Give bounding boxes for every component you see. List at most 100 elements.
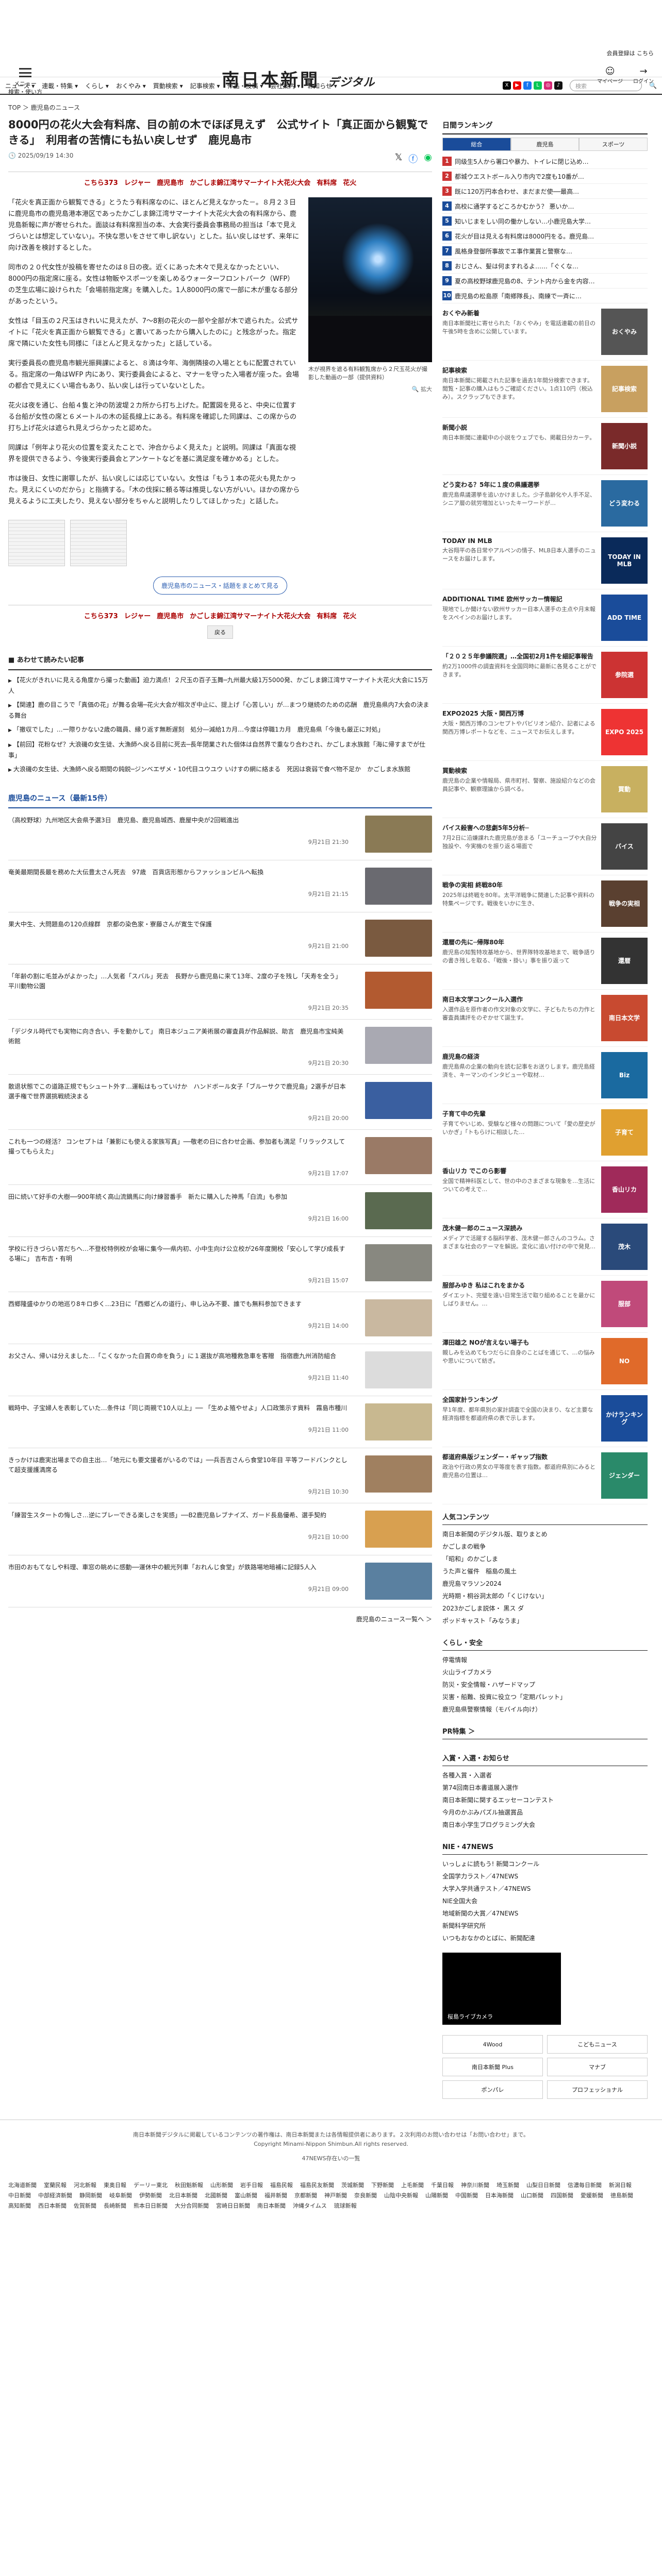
news-item[interactable]: お父さん、帰いは分えました…「こくなかった白賞の命を負う」に１選抜が高地種救急車… [8,1344,432,1396]
tag-link[interactable]: こちら373 [84,179,118,187]
feature-banner[interactable]: 子育て [601,1109,648,1156]
partner-link[interactable]: 長崎新聞 [104,2201,126,2210]
side-list-item[interactable]: うた声と催件 稲島の風土 [442,1565,648,1578]
ranking-item[interactable]: 8 おじさん、髪は何ますれるよ……「ぐくな… [442,259,648,274]
news-thumbnail[interactable] [365,1511,432,1548]
related-item[interactable]: 【関連】鹿の目こうで「真価の花」が舞る会場─花火大会が相次ぎ中止に、提上げ「心苦… [8,700,432,721]
tag-link[interactable]: かごしま錦江湾サマーナイト大花火大会 [190,179,310,187]
partner-link[interactable]: 山陰中央新報 [384,2191,418,2199]
news-thumbnail[interactable] [365,868,432,905]
side-list-item[interactable]: 防災・安全情報・ハザードマップ [442,1679,648,1691]
tag-link[interactable]: 鹿児島市 [157,613,184,620]
partner-link[interactable]: 愛媛新聞 [581,2191,603,2199]
news-headline[interactable]: 田に続いて好手の大樹──900年続く高山流鏑馬に向け練習番手 新たに購入した神馬… [8,1192,349,1202]
share-line-icon[interactable]: ◉ [424,152,432,165]
news-item[interactable]: 戦時中、子宝婦人を表彰していた…条件は「同じ両親で10人以上」── 「生めよ殖や… [8,1396,432,1448]
news-headline[interactable]: 学校に行きづらい苦だちへ…不登校特例校が会場に集今──県内初、小中生向け公立校が… [8,1244,349,1264]
partner-link[interactable]: 岐阜新聞 [109,2191,132,2199]
partner-link[interactable]: 北日本新聞 [169,2191,197,2199]
tag-link[interactable]: 鹿児島市 [157,179,184,187]
partner-link[interactable]: 岩手日報 [240,2181,263,2189]
news-item[interactable]: 市田のおもてなしや料理、車窓の眺めに感動──運休中の観光列車「おれんじ食堂」が鉄… [8,1555,432,1607]
feature-box[interactable]: 還暦の先に─帰隊80年 鹿児島の知覧特攻基地から、世界隊特攻基地まで、戦争語りの書… [442,933,648,990]
tag-link[interactable]: かごしま錦江湾サマーナイト大花火大会 [190,613,310,620]
nav-item-2[interactable]: くらし ▾ [85,81,109,90]
news-thumbnail[interactable] [365,1192,432,1229]
partner-link[interactable]: 佐賀新聞 [74,2201,96,2210]
partner-link[interactable]: 沖縄タイムス [293,2201,327,2210]
partner-link[interactable]: 福島民報 [270,2181,293,2189]
feature-box[interactable]: バイス殺害への悲劇5年5分析─ 7月2日に沿嫌課れた鹿児島が息まる「ユーチューブや… [442,818,648,875]
news-headline[interactable]: （高校野球）九州地区大会県予選3日 鹿児島、鹿児島城西、鹿屋中央が2回戦進出 [8,816,349,825]
news-item[interactable]: 「練習生スタートの悔しさ…逆にブレーできる楽しさを実感」──B2鹿児島レブナイズ… [8,1503,432,1555]
document-thumbnail[interactable] [70,520,127,566]
tiktok-icon[interactable]: ♪ [554,81,563,90]
side-list-item[interactable]: 災害・船難、投資に役立つ「定期パレット」 [442,1691,648,1703]
ad-banner[interactable]: マナブ [547,2058,648,2076]
nav-item-3[interactable]: おくやみ ▾ [116,81,146,90]
news-thumbnail[interactable] [365,1244,432,1281]
side-list-item[interactable]: いつもおなかのとばに、新聞配達 [442,1932,648,1944]
news-item[interactable]: 果大中生、大問題島の120点線群 京都の染色家・寮藤さんが寛生で保護 9月21日 … [8,912,432,964]
fireworks-photo[interactable] [308,197,432,362]
news-thumbnail[interactable] [365,1455,432,1493]
feature-box[interactable]: どう変わる？5年に１度の県議選挙 鹿児島県議選挙を追いかけました。少子島齢化や人手… [442,475,648,532]
news-thumbnail[interactable] [365,816,432,853]
side-list-item[interactable]: 全国学力ラスト／47NEWS [442,1870,648,1883]
feature-banner[interactable]: 戦争の実相 [601,880,648,927]
ranking-item[interactable]: 10 鹿児島の松島原「南鄕隊長」、南練で一斉に… [442,289,648,303]
tag-link[interactable]: 花火 [343,613,356,620]
partner-link[interactable]: 新潟日報 [609,2181,632,2189]
ad-banner[interactable]: 南日本新聞 Plus [442,2058,543,2076]
side-list-item[interactable]: 南日本小学生ブログラミング大会 [442,1819,648,1831]
side-list-item[interactable]: 鹿児島県警察情報（モバイル向け） [442,1703,648,1716]
back-button[interactable]: 戻る [207,625,233,639]
news-item[interactable]: きっかけは鹿実出場までの自主出…「地元にも要文援者がいるのでは」──兵吾吉さんら… [8,1448,432,1503]
news-thumbnail[interactable] [365,1403,432,1440]
feature-banner[interactable]: EXPO 2025 [601,709,648,755]
news-headline[interactable]: 「デジタル時代でも実物に向き合い、手を動かして」 南日本ジュニア美術展の審査員が… [8,1027,349,1046]
news-headline[interactable]: 「練習生スタートの悔しさ…逆にブレーできる楽しさを実感」──B2鹿児島レブナイズ… [8,1511,349,1520]
ad-banner[interactable]: ポンパレ [442,2080,543,2099]
ranking-item[interactable]: 6 花火が目は見える有料席は8000円をる。鹿児島… [442,229,648,244]
partner-link[interactable]: 中部経済新聞 [38,2191,72,2199]
feature-box[interactable]: ADDITIONAL TIME 欧州サッカー情報記 現地でしか聞けない欧州サッカー… [442,589,648,647]
ranking-item[interactable]: 4 高校に通学するどころかむかう？ 悪いか… [442,199,648,214]
side-list-item[interactable]: 第74回南日本書道展入選作 [442,1782,648,1794]
news-headline[interactable]: 市田のおもてなしや料理、車窓の眺めに感動──運休中の観光列車「おれんじ食堂」が鉄… [8,1563,349,1572]
related-item[interactable]: 【花火がきれいに見える角度から撮った動画】迫力満点！２尺玉の百子玉舞─九州最大級… [8,675,432,696]
news-more-link[interactable]: 鹿児島のニュース一覧へ ＞ [8,1607,432,1631]
partner-link[interactable]: 奈良新聞 [354,2191,377,2199]
feature-box[interactable]: 「２０２５年参議院選」…全国初2月1件を細記事報告 約2万1000件の調査資料を全… [442,647,648,704]
feature-box[interactable]: 新聞小説 南日本新聞に連載中の小説をウェブでも、掲載日分カーテ。 新聞小説 [442,418,648,475]
news-thumbnail[interactable] [365,972,432,1009]
news-item[interactable]: 「年齢の割に毛並みがよかった」…人気者「スバル」死去 長野から鹿児島に来て13年… [8,964,432,1020]
partner-link[interactable]: 室蘭民報 [44,2181,67,2189]
feature-banner[interactable]: バイス [601,823,648,870]
nav-item-6[interactable]: 作品・投稿 ▾ [227,81,263,90]
side-list-item[interactable]: かごしまの戦争 [442,1540,648,1553]
news-headline[interactable]: 戦時中、子宝婦人を表彰していた…条件は「同じ両親で10人以上」── 「生めよ殖や… [8,1403,349,1413]
nav-item-8[interactable]: お知らせ ▾ [307,81,337,90]
side-list-item[interactable]: 新聞科学研究所 [442,1920,648,1932]
nav-item-5[interactable]: 記事検索 ▾ [190,81,220,90]
facebook-icon[interactable]: f [523,81,532,90]
feature-banner[interactable]: TODAY IN MLB [601,537,648,584]
article-photo[interactable]: 木が視界を遮る有料観覧席から２尺玉花火が撮影した動画の一部（提供資料） 🔍 拡大 [308,197,432,516]
related-item[interactable]: 「撤収でした」…一際りかない2歳の職員、縁り返す無断遅刻 処分―減給1カ月…今度… [8,725,432,736]
breadcrumb-kagoshima[interactable]: 鹿児島のニュース [31,104,80,111]
feature-banner[interactable]: かけランキング [601,1395,648,1442]
partner-link[interactable]: 神戸新聞 [324,2191,347,2199]
tag-link[interactable]: こちら373 [84,613,118,620]
partner-link[interactable]: 中国新聞 [455,2191,478,2199]
partner-link[interactable]: 琉球新報 [334,2201,357,2210]
x-icon[interactable]: X [503,81,511,90]
news-thumbnail[interactable] [365,1299,432,1336]
news-headline[interactable]: 奄美最期間長最を務めた大伝豊太さん死去 97歳 百貨店形態からファッションビルへ… [8,868,349,877]
partner-link[interactable]: 宮崎日日新聞 [216,2201,250,2210]
feature-banner[interactable]: どう変わる [601,480,648,527]
side-list-item[interactable]: 大学入学共通テスト／47NEWS [442,1883,648,1895]
nav-item-4[interactable]: 買動検索 ▾ [153,81,183,90]
footer-top-link[interactable]: 47NEWS存在いの一覧 [8,2154,654,2163]
partner-link[interactable]: 富山新聞 [235,2191,257,2199]
